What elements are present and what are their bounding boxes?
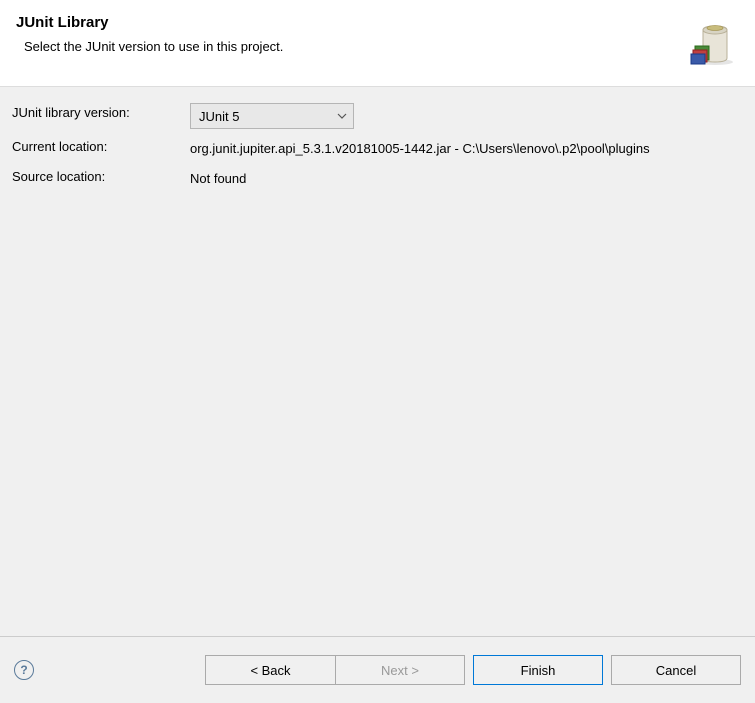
next-button: Next > (335, 655, 465, 685)
button-row: < Back Next > Finish Cancel (197, 655, 741, 685)
current-location-label: Current location: (12, 137, 190, 154)
help-icon[interactable]: ? (14, 660, 34, 680)
back-button[interactable]: < Back (205, 655, 335, 685)
page-title: JUnit Library (16, 14, 683, 31)
wizard-header: JUnit Library Select the JUnit version t… (0, 0, 755, 87)
version-dropdown-value: JUnit 5 (199, 109, 239, 124)
chevron-down-icon (337, 111, 347, 122)
library-jar-icon (683, 14, 739, 70)
wizard-footer: ? < Back Next > Finish Cancel (0, 636, 755, 703)
version-row: JUnit library version: JUnit 5 (12, 103, 743, 129)
source-location-label: Source location: (12, 167, 190, 184)
source-location-row: Source location: Not found (12, 167, 743, 189)
wizard-content: JUnit library version: JUnit 5 Current l… (0, 87, 755, 636)
cancel-button[interactable]: Cancel (611, 655, 741, 685)
source-location-value: Not found (190, 167, 743, 189)
version-label: JUnit library version: (12, 103, 190, 120)
finish-button[interactable]: Finish (473, 655, 603, 685)
header-text-block: JUnit Library Select the JUnit version t… (16, 14, 683, 54)
version-dropdown[interactable]: JUnit 5 (190, 103, 354, 129)
current-location-row: Current location: org.junit.jupiter.api_… (12, 137, 743, 159)
current-location-value: org.junit.jupiter.api_5.3.1.v20181005-14… (190, 137, 743, 159)
page-subtitle: Select the JUnit version to use in this … (16, 39, 683, 54)
help-icon-glyph: ? (20, 663, 27, 677)
